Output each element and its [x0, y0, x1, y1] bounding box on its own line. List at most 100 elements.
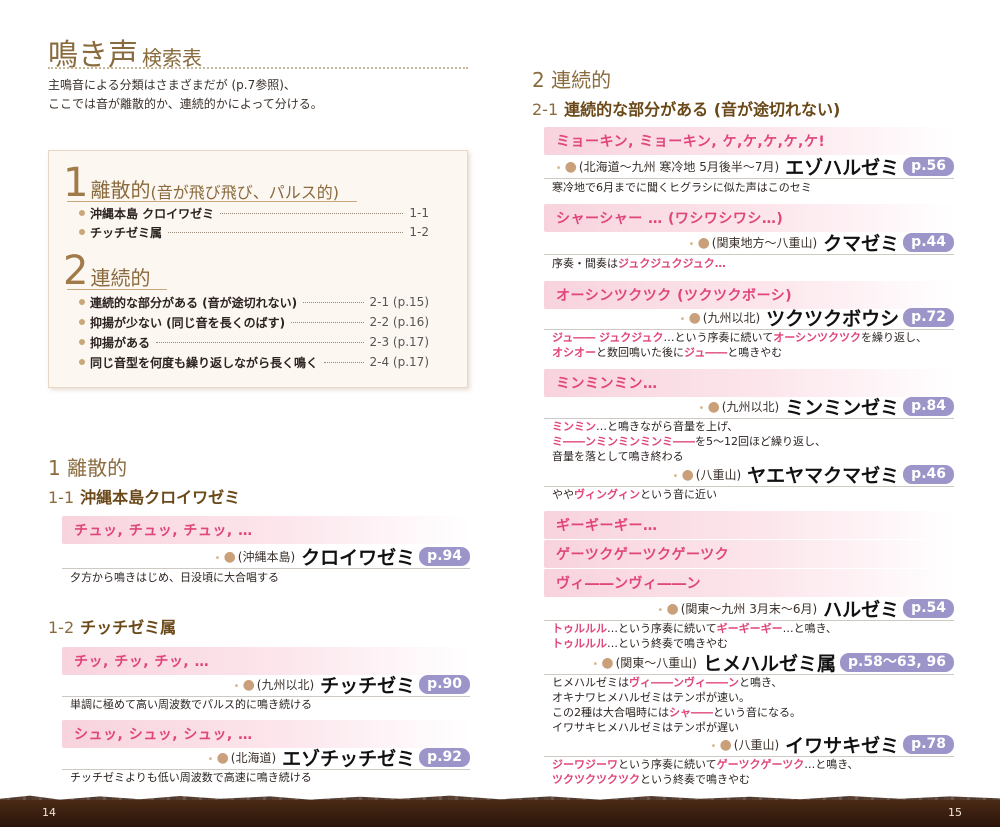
- species-description: 寒冷地で6月までに聞くヒグラシに似た声はこのセミ: [552, 181, 812, 194]
- desc-text: という終奏で鳴きやむ: [640, 773, 750, 786]
- dots-icon: • ●: [555, 158, 577, 175]
- species-description: ヒメハルゼミはヴィ――ンヴィ――ンと鳴き、 オキナワヒメハルゼミはテンポが速い。…: [552, 675, 801, 735]
- toc-item[interactable]: 沖縄本島 クロイワゼミ 1-1: [79, 204, 429, 222]
- call-text: チッ, チッ, チッ, …: [74, 654, 210, 670]
- species-region: (九州以北): [721, 400, 780, 414]
- species-description: ジュ―― ジュクジュク…という序奏に続いてオーシンツクツクを繰り返し、 オシオー…: [552, 330, 927, 360]
- dot-leader: [156, 341, 364, 343]
- desc-text: …と鳴き、: [782, 622, 837, 635]
- species-row: • ● (関東〜九州 3月末〜6月) ハルゼミ p.54: [544, 597, 954, 621]
- footer-bar: [0, 800, 1000, 827]
- page-ref-badge[interactable]: p.78: [903, 735, 954, 754]
- desc-text: …という序奏に続いて: [663, 331, 774, 344]
- dot-leader: [220, 212, 404, 214]
- species-name: イワサキゼミ: [785, 735, 900, 757]
- toc-group-1-heading: 1 離散的 (音が飛び飛び、パルス的): [63, 163, 339, 203]
- subsection-heading-1-2: 1-2 チッチゼミ属: [48, 614, 176, 638]
- species-name: チッチゼミ: [320, 675, 416, 697]
- title-rule: [48, 67, 468, 69]
- page-ref-badge[interactable]: p.92: [419, 748, 470, 767]
- subsection-number: 1-1: [48, 488, 75, 507]
- species-region: (関東〜九州 3月末〜6月): [680, 602, 818, 616]
- species-name: エゾチッチゼミ: [282, 748, 416, 770]
- species-row: • ● (九州以北) ミンミンゼミ p.84: [544, 395, 954, 419]
- toc-item[interactable]: 同じ音型を何度も繰り返しながら長く鳴く 2-4 (p.17): [79, 353, 429, 371]
- subsection-title: チッチゼミ属: [80, 618, 177, 637]
- page-ref-badge[interactable]: p.54: [903, 599, 954, 618]
- species-region: (沖縄本島): [237, 550, 296, 564]
- dots-icon: • ●: [214, 548, 236, 565]
- toc-group-2-heading: 2 連続的: [63, 251, 150, 291]
- toc-item-ref: 1-1: [409, 206, 429, 220]
- toc-item[interactable]: 連続的な部分がある (音が途切れない) 2-1 (p.15): [79, 293, 429, 311]
- desc-call: ギーギーギー: [716, 622, 783, 635]
- desc-call: ゲーツクゲーツク: [716, 758, 805, 771]
- species-row: • ● (北海道) エゾチッチゼミ p.92: [62, 746, 470, 770]
- toc-name: 連続的: [90, 266, 151, 290]
- desc-call: トゥルルル: [552, 622, 607, 635]
- toc-item-ref: 2-1 (p.15): [369, 295, 429, 309]
- desc-text: 序奏・間奏は: [552, 257, 618, 270]
- toc-item[interactable]: 抑揚が少ない (同じ音を長くのばす) 2-2 (p.16): [79, 313, 429, 331]
- species-description: 夕方から鳴きはじめ、日没頃に大合唱する: [70, 571, 279, 584]
- call-text: オーシンツクツク (ツクツクボーシ): [556, 288, 793, 304]
- toc-item-label: 同じ音型を何度も繰り返しながら長く鳴く: [90, 355, 319, 370]
- desc-call: ヴィングィン: [574, 488, 640, 501]
- desc-call: ヴィ――ンヴィ――ン: [629, 676, 739, 689]
- page-ref-badge[interactable]: p.58〜63, 96: [840, 653, 954, 672]
- subsection-heading-2-1: 2-1 連続的な部分がある (音が途切れない): [532, 96, 840, 120]
- desc-call: ジュ――: [684, 346, 728, 359]
- bullet-icon: [79, 319, 85, 325]
- dot-leader: [291, 321, 364, 323]
- page-ref-badge[interactable]: p.84: [903, 397, 954, 416]
- desc-text: …と鳴きながら音量を上げ、: [596, 420, 739, 433]
- section-heading-2: 2 連続的: [532, 68, 612, 92]
- call-band: ゲーツクゲーツクゲーツク: [544, 540, 954, 568]
- species-name: エゾハルゼミ: [785, 157, 900, 179]
- page-ref-badge[interactable]: p.44: [903, 233, 954, 252]
- toc-item-label: 抑揚がある: [90, 335, 151, 350]
- species-row: • ● (九州以北) チッチゼミ p.90: [62, 673, 470, 697]
- bullet-icon: [79, 210, 85, 216]
- call-text: ギーギーギー…: [556, 518, 658, 534]
- dots-icon: • ●: [698, 398, 720, 415]
- species-description: トゥルルル…という序奏に続いてギーギーギー…と鳴き、 トゥルルル…という終奏で鳴…: [552, 621, 837, 651]
- desc-text: と鳴き、: [739, 676, 783, 689]
- dot-leader: [324, 361, 364, 363]
- subsection-title: 沖縄本島クロイワゼミ: [80, 488, 241, 507]
- desc-call: トゥルルル: [552, 637, 607, 650]
- species-region: (八重山): [695, 468, 742, 482]
- desc-call: ジュ―― ジュクジュク: [552, 331, 664, 344]
- dots-icon: • ●: [592, 654, 614, 671]
- desc-call: オシオー: [552, 346, 596, 359]
- call-text: ヴィ――ンヴィ――ン: [556, 576, 701, 592]
- dots-icon: • ●: [657, 600, 679, 617]
- toc-item-label: 連続的な部分がある (音が途切れない): [90, 295, 298, 310]
- toc-item[interactable]: 抑揚がある 2-3 (p.17): [79, 333, 429, 351]
- page-ref-badge[interactable]: p.72: [903, 308, 954, 327]
- call-band: ヴィ――ンヴィ――ン: [544, 569, 954, 597]
- dot-leader: [303, 301, 364, 303]
- toc-underline: [67, 289, 167, 290]
- toc-item[interactable]: チッチゼミ属 1-2: [79, 223, 429, 241]
- page-ref-badge[interactable]: p.94: [419, 547, 470, 566]
- subsection-title: 連続的な部分がある (音が途切れない): [564, 100, 841, 119]
- toc-item-ref: 2-3 (p.17): [369, 335, 429, 349]
- bullet-icon: [79, 359, 85, 365]
- call-text: チュッ, チュッ, チュッ, …: [74, 523, 253, 539]
- page-ref-badge[interactable]: p.90: [419, 675, 470, 694]
- intro-text: 主鳴音による分類はさまざまだが (p.7参照)、 ここでは音が離散的か、連続的か…: [48, 76, 323, 114]
- species-region: (関東〜八重山): [615, 656, 697, 670]
- desc-text: という音に近い: [640, 488, 717, 501]
- species-description: ややヴィングィンという音に近い: [552, 487, 717, 502]
- desc-text: オキナワヒメハルゼミはテンポが速い。: [552, 691, 750, 704]
- page-ref-badge[interactable]: p.56: [903, 157, 954, 176]
- call-band: チュッ, チュッ, チュッ, …: [62, 516, 470, 544]
- species-name: ミンミンゼミ: [785, 397, 900, 419]
- call-text: シャーシャー … (ワシワシワシ…): [556, 211, 784, 227]
- toc-num: 1: [63, 160, 89, 206]
- desc-call: ジュクジュクジュク…: [618, 257, 726, 270]
- species-name: ヒメハルゼミ属: [703, 653, 837, 675]
- species-name: クマゼミ: [823, 233, 900, 255]
- page-ref-badge[interactable]: p.46: [903, 465, 954, 484]
